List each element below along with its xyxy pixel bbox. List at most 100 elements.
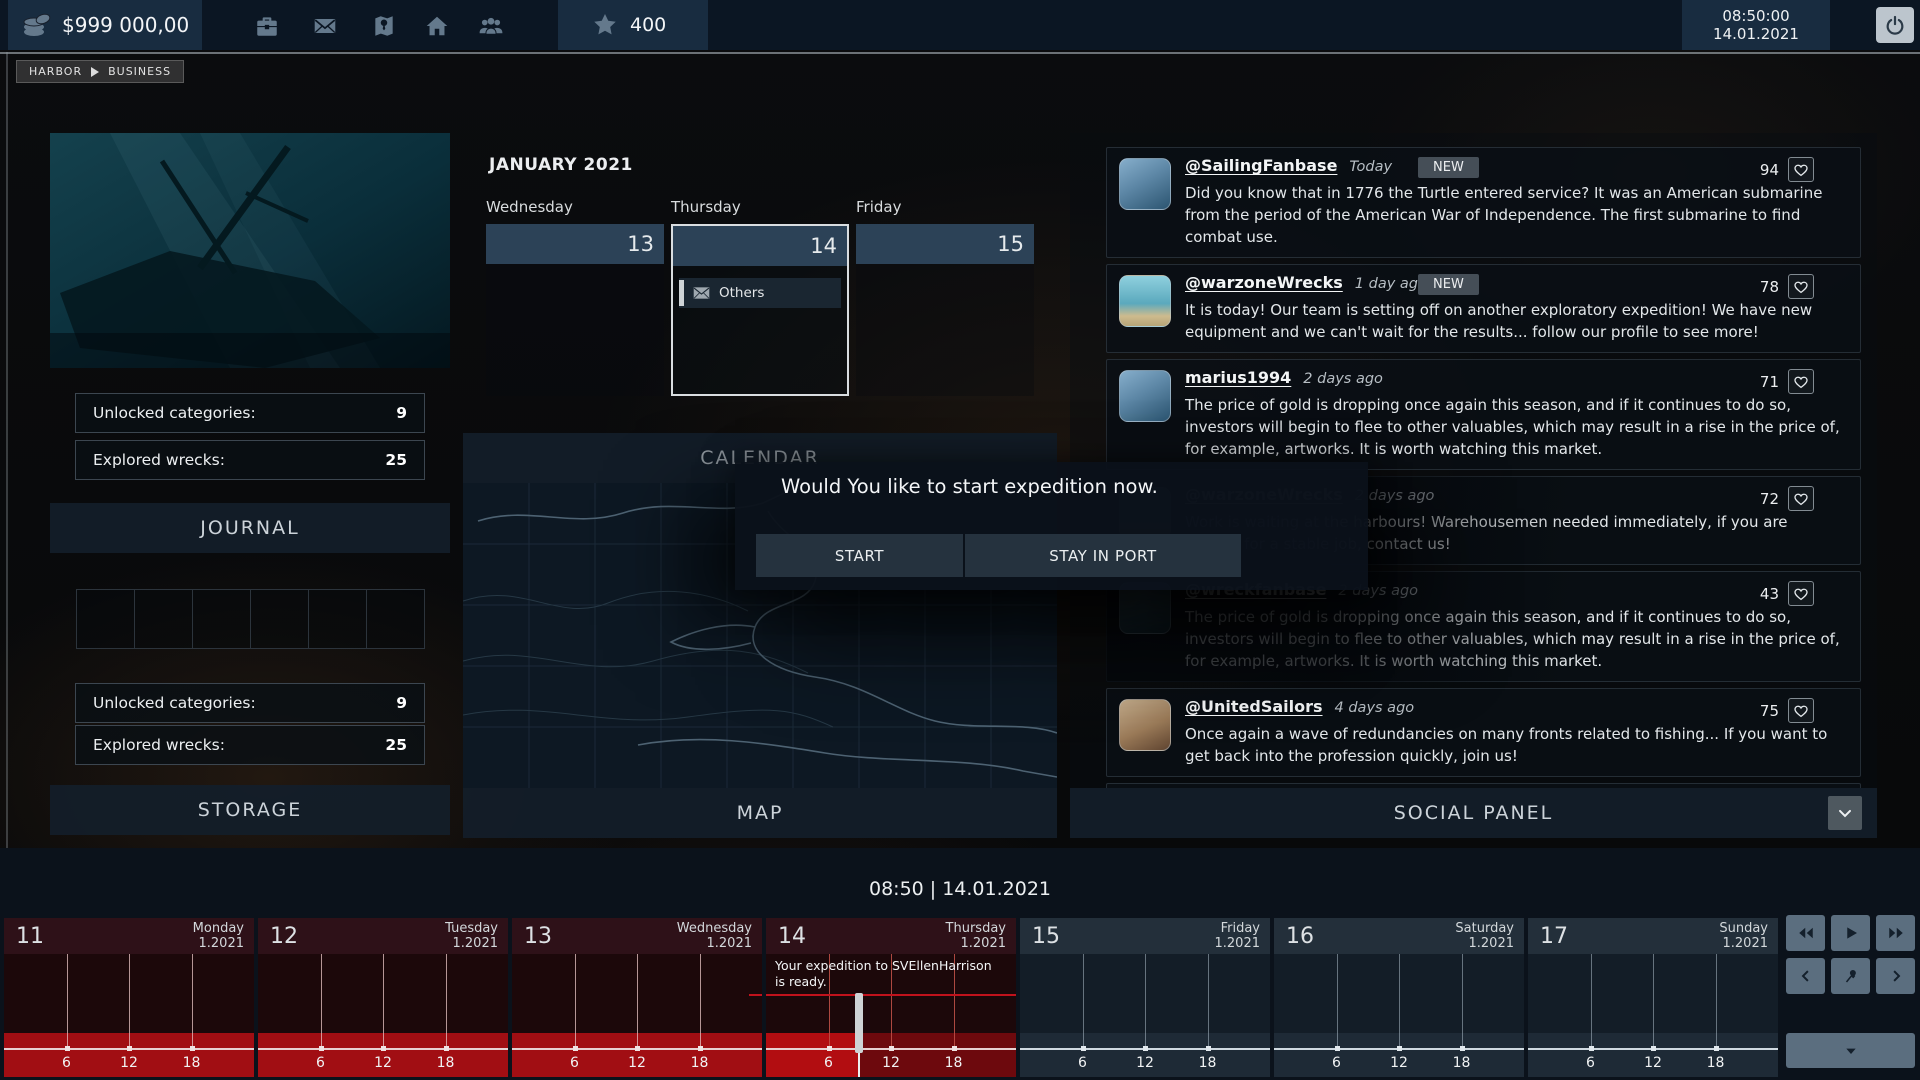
social-post[interactable]: @UnitedSailors 4 days ago Once again a w… — [1106, 688, 1861, 777]
timeline-day[interactable]: 15 Friday 1.2021 6 12 18 — [1020, 918, 1270, 1077]
like-button[interactable] — [1788, 274, 1814, 299]
hour-tick-label: 6 — [1586, 1055, 1595, 1071]
breadcrumb-business[interactable]: BUSINESS — [108, 65, 171, 78]
post-username[interactable]: @SailingFanbase — [1185, 156, 1337, 175]
heart-icon — [1794, 164, 1808, 176]
briefcase-icon[interactable] — [254, 13, 280, 39]
fast-forward-button[interactable] — [1876, 915, 1915, 951]
timeline-day[interactable]: 13 Wednesday 1.2021 6 12 18 — [512, 918, 762, 1077]
storage-footer-label: STORAGE — [197, 799, 303, 821]
hour-gridline — [1653, 954, 1654, 1048]
timeline-day-body — [258, 954, 508, 1048]
axis-dot — [635, 1046, 640, 1051]
like-count: 43 — [1759, 584, 1779, 603]
chevron-down-icon — [1835, 803, 1855, 823]
hour-gridline — [1461, 954, 1463, 1048]
calendar-day-cell[interactable]: 14 Others — [671, 224, 849, 396]
storage-slot[interactable] — [308, 589, 366, 649]
reputation-panel[interactable]: 400 — [558, 0, 708, 50]
post-time: 2 days ago — [1303, 371, 1383, 387]
post-likes: 75 — [1760, 698, 1814, 723]
expedition-event-line — [766, 994, 1016, 996]
map-icon[interactable] — [371, 13, 397, 39]
like-count: 71 — [1759, 372, 1779, 391]
avatar — [1119, 699, 1171, 751]
like-button[interactable] — [1788, 369, 1814, 394]
hour-tick-label: 18 — [1706, 1055, 1725, 1071]
social-post[interactable]: @warzoneWrecks 1 day ago It is today! Ou… — [1106, 264, 1861, 353]
play-button[interactable] — [1831, 915, 1870, 951]
people-icon[interactable] — [478, 13, 504, 39]
pin-button[interactable] — [1831, 958, 1870, 994]
like-button[interactable] — [1788, 581, 1814, 606]
timeline-datetime: 08:50 | 14.01.2021 — [868, 878, 1052, 900]
storage-slot[interactable] — [192, 589, 250, 649]
hour-gridline — [1207, 954, 1209, 1048]
like-button[interactable] — [1788, 698, 1814, 723]
post-text: The price of gold is dropping once again… — [1185, 608, 1840, 670]
timeline-day[interactable]: 14 Thursday 1.2021 6 12 18 Your expedition … — [766, 918, 1016, 1077]
post-main: marius1994 2 days ago The price of gold … — [1185, 368, 1846, 460]
money-panel[interactable]: $999 000,00 — [8, 0, 202, 50]
post-main: @SailingFanbase Today Did you know that … — [1185, 156, 1846, 248]
storage-slot[interactable] — [134, 589, 192, 649]
stay-in-port-button[interactable]: STAY IN PORT — [965, 534, 1241, 577]
calendar-day-cell[interactable]: 13 — [486, 224, 664, 396]
timeline-day-number: 14 — [778, 923, 806, 949]
like-button[interactable] — [1788, 486, 1814, 511]
clock-panel[interactable]: 08:50:00 14.01.2021 — [1682, 0, 1830, 50]
clock-date: 14.01.2021 — [1713, 24, 1799, 43]
social-post[interactable]: marius1994 2 days ago The price of gold … — [1106, 359, 1861, 470]
stat-label: Unlocked categories: — [93, 404, 256, 422]
star-icon — [592, 12, 618, 38]
like-button[interactable] — [1788, 157, 1814, 182]
hour-tick-label: 6 — [316, 1055, 325, 1071]
hour-tick-label: 6 — [1078, 1055, 1087, 1071]
hour-tick-label: 12 — [374, 1055, 392, 1071]
storage-slot[interactable] — [250, 589, 308, 649]
timeline-day[interactable]: 16 Saturday 1.2021 6 12 18 — [1274, 918, 1524, 1077]
hour-gridline — [445, 954, 447, 1048]
storage-footer[interactable]: STORAGE — [50, 785, 450, 835]
hour-tick-label: 18 — [436, 1055, 455, 1071]
journal-footer[interactable]: JOURNAL — [50, 503, 450, 553]
map-footer[interactable]: MAP — [463, 788, 1057, 838]
timeline-collapse-button[interactable] — [1786, 1033, 1915, 1068]
start-button[interactable]: START — [756, 534, 963, 577]
social-post[interactable]: @SailingFanbase Today Did you know that … — [1106, 147, 1861, 258]
stat-row: Unlocked categories: 9 — [75, 683, 425, 723]
post-username[interactable]: @warzoneWrecks — [1185, 273, 1343, 292]
timeline-day[interactable]: 17 Sunday 1.2021 6 12 18 — [1528, 918, 1778, 1077]
calendar-day-cell[interactable]: 15 — [856, 224, 1034, 396]
hour-tick-label: 6 — [1332, 1055, 1341, 1071]
timeline-day-number: 13 — [524, 923, 552, 949]
step-forward-button[interactable] — [1876, 958, 1915, 994]
timeline-day[interactable]: 12 Tuesday 1.2021 6 12 18 — [258, 918, 508, 1077]
post-main: @UnitedSailors 4 days ago Once again a w… — [1185, 697, 1846, 767]
dialog-title: Would You like to start expedition now. — [781, 475, 1158, 498]
axis-dot — [826, 1046, 832, 1051]
post-main: @wreckfanbase 2 days ago The price of go… — [1185, 580, 1846, 672]
timeline-day[interactable]: 11 Monday 1.2021 6 12 18 — [4, 918, 254, 1077]
home-icon[interactable] — [424, 13, 450, 39]
social-collapse-button[interactable] — [1828, 796, 1862, 830]
post-username[interactable]: @UnitedSailors — [1185, 697, 1323, 716]
journal-image[interactable] — [50, 133, 450, 368]
calendar-event[interactable]: Others — [679, 278, 841, 308]
axis-dot — [381, 1046, 386, 1051]
social-footer[interactable]: SOCIAL PANEL — [1070, 788, 1877, 838]
calendar-days: Wednesday 13 Thursday 14 Others Friday 1… — [486, 198, 1034, 396]
post-username[interactable]: marius1994 — [1185, 368, 1291, 387]
calendar-event-label: Others — [719, 285, 765, 301]
timeline-day-number: 17 — [1540, 923, 1568, 949]
storage-slot[interactable] — [76, 589, 134, 649]
power-button[interactable] — [1876, 7, 1914, 43]
axis-dot — [1459, 1046, 1465, 1051]
mail-icon[interactable] — [312, 13, 338, 39]
rewind-button[interactable] — [1786, 915, 1825, 951]
step-back-button[interactable] — [1786, 958, 1825, 994]
breadcrumb-harbor[interactable]: HARBOR — [29, 65, 82, 78]
axis-dot — [889, 1046, 894, 1051]
axis-dot — [64, 1046, 70, 1051]
storage-slot[interactable] — [366, 589, 425, 649]
